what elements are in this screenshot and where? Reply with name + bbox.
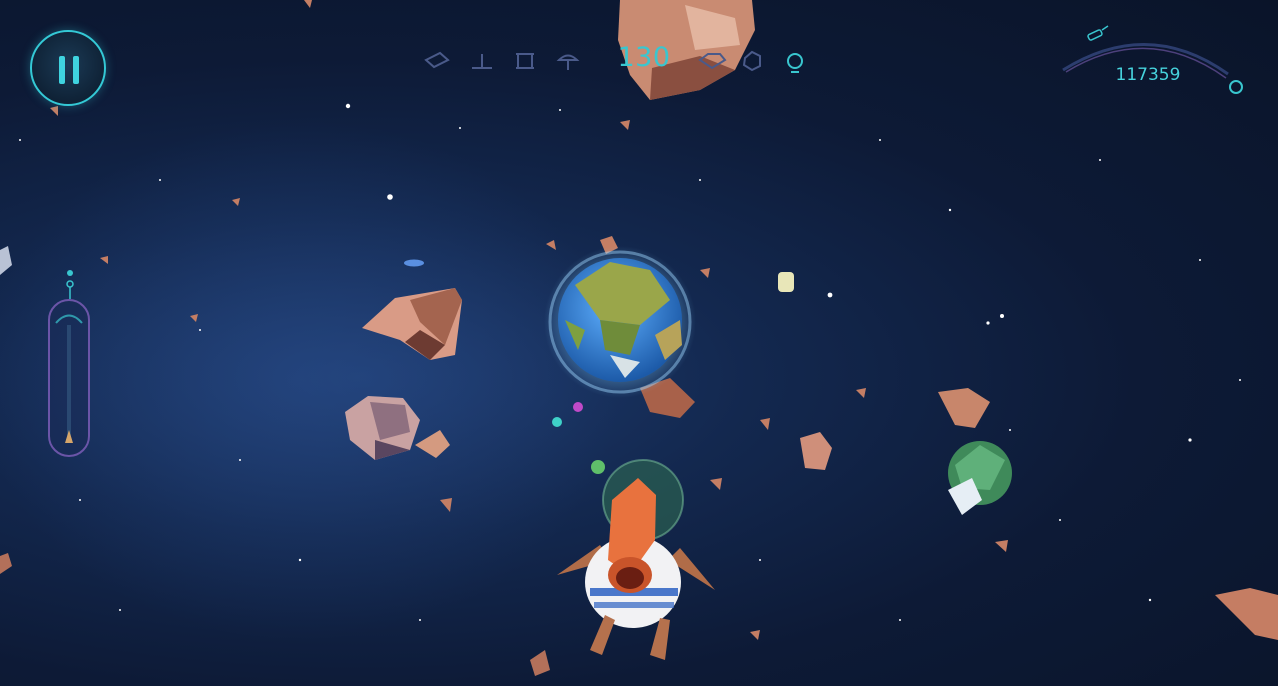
pause-button[interactable] [30,30,106,106]
asteroid-bottom [530,650,550,676]
lightbulb-icon [787,53,803,73]
space-scene [0,0,1278,676]
tray-icon [516,53,534,69]
small-green-planet [948,441,1012,515]
earth-planet [544,246,696,398]
diamond-outline-icon [424,51,450,69]
mushroom-icon [556,54,580,70]
hexagon-outline-icon [742,50,761,72]
score-counter: 130 [617,42,671,73]
satellite-icon [1087,25,1109,41]
currency-arc [1062,25,1243,94]
altitude-meter [40,265,96,465]
currency-indicator [1229,80,1243,94]
crate-debris [800,432,832,470]
currency-value: 117359 [1115,65,1181,85]
currency-display: 117359 [1058,22,1258,102]
crystal-outline-icon [698,53,727,70]
resource-bar: 130 [420,40,820,80]
plus-icon [472,54,492,69]
asteroid-small-2 [938,388,990,428]
asteroid-bottom-left [0,553,12,574]
pause-icon [59,56,65,84]
asteroid-right-edge [1215,588,1278,640]
